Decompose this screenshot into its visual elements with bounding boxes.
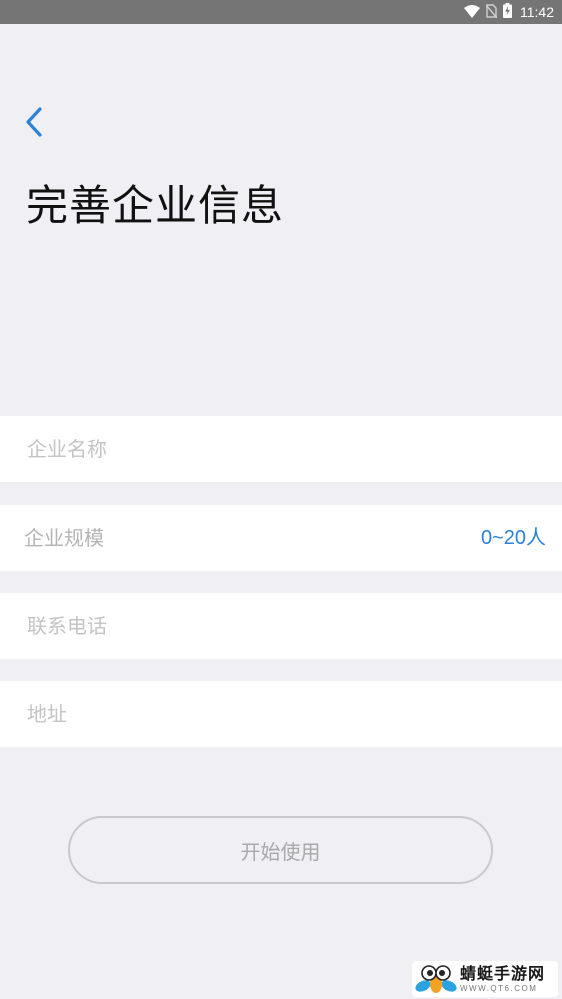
battery-charging-icon bbox=[503, 2, 512, 22]
address-row bbox=[0, 681, 562, 747]
address-input[interactable] bbox=[27, 681, 527, 747]
page-title: 完善企业信息 bbox=[26, 181, 285, 230]
chevron-left-icon bbox=[25, 107, 43, 141]
no-sim-icon bbox=[485, 3, 498, 22]
company-scale-select[interactable]: 0~20人 bbox=[481, 505, 546, 571]
contact-phone-row bbox=[0, 593, 562, 659]
status-time: 11:42 bbox=[520, 4, 554, 20]
company-scale-label: 企业规模 bbox=[24, 526, 104, 550]
status-bar: 11:42 bbox=[0, 0, 562, 24]
start-button[interactable]: 开始使用 bbox=[68, 816, 493, 884]
watermark-name: 蜻蜓手游网 bbox=[460, 963, 546, 983]
dragonfly-logo-icon bbox=[412, 961, 460, 997]
back-button[interactable] bbox=[18, 106, 50, 142]
company-scale-row[interactable]: 企业规模 0~20人 bbox=[0, 505, 562, 571]
watermark-url: WWW.QT6.COM bbox=[460, 983, 538, 993]
contact-phone-input[interactable] bbox=[27, 593, 527, 659]
watermark: 蜻蜓手游网 WWW.QT6.COM bbox=[412, 961, 558, 997]
company-name-row bbox=[0, 416, 562, 482]
status-icons: 11:42 bbox=[464, 0, 554, 24]
wifi-icon bbox=[464, 3, 480, 22]
company-name-input[interactable] bbox=[27, 416, 527, 482]
